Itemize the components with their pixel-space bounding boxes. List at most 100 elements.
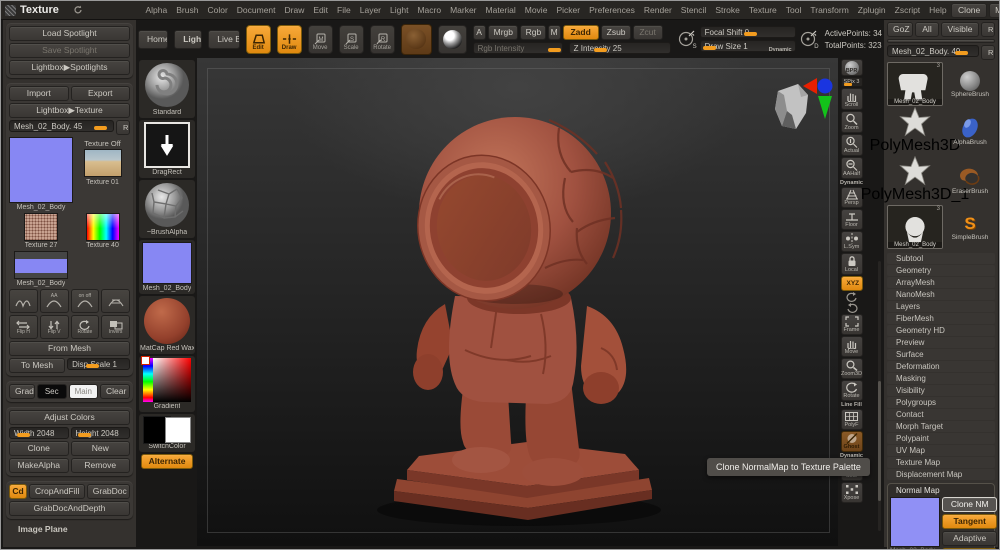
- visible-button[interactable]: Visible: [941, 22, 979, 37]
- menu-item[interactable]: Stencil: [676, 3, 711, 17]
- menu-item[interactable]: Preferences: [585, 3, 640, 17]
- invers-button[interactable]: Invers: [101, 315, 130, 339]
- draw-mode-button[interactable]: Draw: [276, 24, 302, 54]
- right-scrollbar[interactable]: [878, 261, 881, 531]
- polyf-button[interactable]: PolyF: [840, 409, 863, 430]
- new-texture-button[interactable]: New: [70, 441, 130, 456]
- menu-item[interactable]: Brush: [172, 3, 203, 17]
- bpr-render-button[interactable]: BPR: [840, 59, 863, 76]
- normal-map-title[interactable]: Normal Map: [890, 486, 992, 495]
- zcut-button[interactable]: Zcut: [632, 24, 663, 40]
- menu-item[interactable]: Draw: [280, 3, 309, 17]
- tool-index-slider[interactable]: Mesh_02_Body. 49: [887, 45, 979, 57]
- current-texture-item[interactable]: Mesh_02_Body: [139, 240, 195, 294]
- tool-section-row[interactable]: Subtool: [887, 253, 995, 264]
- make-alpha-button[interactable]: MakeAlpha: [9, 458, 69, 473]
- xpose-button[interactable]: Xpose: [840, 482, 863, 503]
- color-picker-item[interactable]: Gradient: [139, 356, 195, 412]
- width-slider[interactable]: Width 2048: [9, 427, 69, 439]
- menu-item[interactable]: File: [333, 3, 356, 17]
- scroll-button[interactable]: Scroll: [840, 88, 863, 110]
- image-plane-item[interactable]: Image Plane: [6, 524, 133, 534]
- orbit-icon-2[interactable]: [845, 303, 859, 313]
- sec-color-button[interactable]: Sec: [37, 384, 67, 399]
- tool-item-eraserbrush[interactable]: EraserBrush: [952, 166, 988, 195]
- current-brush-item[interactable]: Standard: [139, 60, 195, 118]
- menu-item[interactable]: Render: [639, 3, 676, 17]
- mrgb-button[interactable]: Mrgb: [487, 24, 518, 40]
- depth-dial-icon[interactable]: D: [799, 29, 819, 50]
- tool-item-spherebrush[interactable]: SphereBrush: [951, 70, 989, 98]
- ghost-button[interactable]: Ghost: [840, 431, 863, 452]
- move-mode-button[interactable]: M Move: [307, 24, 333, 54]
- rgb-intensity-slider[interactable]: Rgb Intensity: [472, 41, 563, 54]
- cycle-curve-button[interactable]: [101, 289, 130, 313]
- to-mesh-button[interactable]: To Mesh: [9, 358, 66, 373]
- texture-40-thumb[interactable]: [85, 213, 120, 241]
- tool-section-row[interactable]: Polygroups: [887, 397, 995, 408]
- menu-item[interactable]: Document: [232, 3, 280, 17]
- onoff-curve-button[interactable]: on off: [70, 289, 100, 313]
- clone-tool-button[interactable]: Clone: [951, 2, 988, 18]
- tool-r-button[interactable]: R: [981, 45, 995, 60]
- texture-off-label[interactable]: Texture Off: [84, 139, 121, 148]
- current-texture-swatch[interactable]: [9, 137, 73, 203]
- tool-item-polymesh3d[interactable]: PolyMesh3D: [870, 107, 960, 155]
- flip-h-button[interactable]: Flip H: [9, 315, 38, 339]
- tool-section-row[interactable]: Displacement Map: [887, 469, 995, 480]
- xyz-button[interactable]: XYZ: [840, 276, 863, 291]
- aahalf-button[interactable]: AAHalf: [840, 157, 863, 179]
- grad-button[interactable]: Grad: [9, 384, 35, 399]
- menu-item[interactable]: Color: [203, 3, 232, 17]
- stroke-dial-icon[interactable]: S: [677, 29, 697, 50]
- tool-item-simplebrush[interactable]: S SimpleBrush: [952, 214, 989, 241]
- aa-curve-button[interactable]: AA: [39, 289, 69, 313]
- main-color-button[interactable]: Main: [68, 384, 98, 399]
- texture-r-button[interactable]: R: [116, 120, 130, 135]
- gradient-curve-button[interactable]: [9, 289, 38, 313]
- lsym-button[interactable]: L.Sym: [840, 231, 863, 252]
- menu-item[interactable]: Marker: [446, 3, 481, 17]
- menu-item[interactable]: Layer: [355, 3, 385, 17]
- menu-item[interactable]: Picker: [552, 3, 585, 17]
- disp-scale-slider[interactable]: Disp Scale 1: [67, 358, 130, 370]
- grab-doc-button[interactable]: GrabDoc: [86, 484, 130, 499]
- spix-slider[interactable]: SPix 3: [840, 77, 863, 87]
- tool-section-row[interactable]: NanoMesh: [887, 289, 995, 300]
- tool-item-head[interactable]: 3 Mesh_02_Body: [887, 205, 943, 249]
- current-material-button[interactable]: [400, 23, 432, 55]
- menu-item[interactable]: Macro: [413, 3, 446, 17]
- menu-item[interactable]: Transform: [806, 3, 853, 17]
- goz-button[interactable]: GoZ: [887, 22, 913, 37]
- menu-item[interactable]: Tool: [781, 3, 806, 17]
- persp-button[interactable]: Persp: [840, 187, 863, 208]
- current-alpha-item[interactable]: ~BrushAlpha: [139, 180, 195, 238]
- m-button[interactable]: M: [547, 24, 561, 40]
- tool-section-row[interactable]: Visibility: [887, 385, 995, 396]
- tool-section-row[interactable]: Morph Target: [887, 421, 995, 432]
- all-button[interactable]: All: [915, 22, 939, 37]
- menu-item[interactable]: Stroke: [711, 3, 745, 17]
- dynamic-label[interactable]: Dynamic: [769, 44, 792, 51]
- switch-color-icon[interactable]: [143, 416, 191, 444]
- focal-shift-slider[interactable]: Focal Shift 0: [699, 26, 796, 38]
- export-button[interactable]: Export: [70, 86, 130, 101]
- flip-v-button[interactable]: Flip V: [39, 315, 69, 339]
- lightbox-button[interactable]: LightBox: [174, 29, 203, 49]
- menu-item[interactable]: Material: [481, 3, 520, 17]
- import-button[interactable]: Import: [9, 86, 69, 101]
- save-spotlight-button[interactable]: Save Spotlight: [9, 43, 130, 58]
- texture-27-thumb[interactable]: [24, 213, 58, 241]
- make-polymesh3d-button[interactable]: Make PolyMesh3D: [989, 2, 999, 18]
- current-color-button[interactable]: [437, 24, 467, 54]
- zoom-button[interactable]: Zoom: [840, 111, 863, 133]
- menu-item[interactable]: Alpha: [141, 3, 172, 17]
- zoom3d-button[interactable]: Zoom3D: [840, 358, 863, 379]
- current-material-item[interactable]: MatCap Red Wax: [139, 296, 195, 354]
- menu-item[interactable]: Zplugin: [853, 3, 890, 17]
- adjust-colors-button[interactable]: Adjust Colors: [9, 410, 130, 425]
- grab-doc-and-depth-button[interactable]: GrabDocAndDepth: [9, 501, 130, 516]
- rotate-mode-button[interactable]: R Rotate: [369, 24, 395, 54]
- live-boolean-button[interactable]: Live Boolean: [208, 29, 240, 49]
- rgb-button[interactable]: Rgb: [519, 24, 546, 40]
